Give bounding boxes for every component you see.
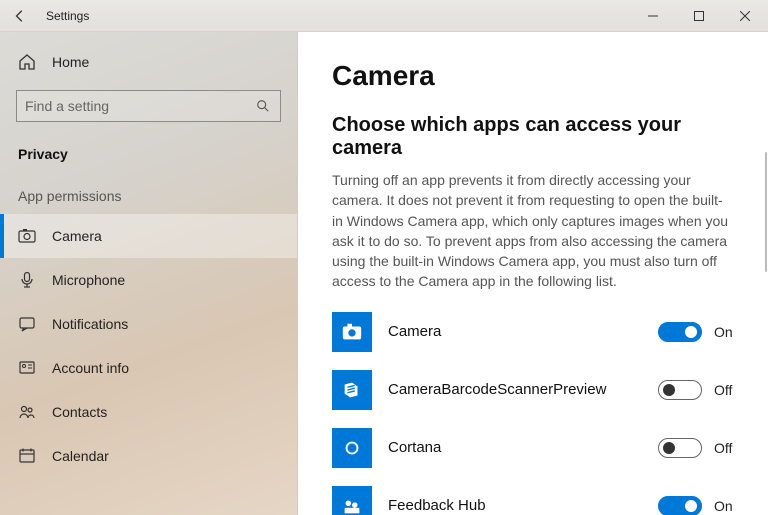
app-icon-camera	[332, 312, 372, 352]
back-button[interactable]	[8, 4, 32, 28]
page-heading: Camera	[332, 60, 738, 92]
sidebar-group: App permissions	[0, 166, 297, 214]
sidebar-section: Privacy	[0, 132, 297, 166]
app-row: Feedback Hub On	[332, 486, 738, 515]
page-description: Turning off an app prevents it from dire…	[332, 170, 732, 292]
app-name: CameraBarcodeScannerPreview	[388, 381, 642, 398]
notifications-icon	[18, 315, 36, 333]
microphone-icon	[18, 271, 36, 289]
account-icon	[18, 359, 36, 377]
sidebar-item-calendar[interactable]: Calendar	[0, 434, 297, 478]
sidebar-item-contacts[interactable]: Contacts	[0, 390, 297, 434]
titlebar: Settings	[0, 0, 768, 32]
app-icon-barcode	[332, 370, 372, 410]
page-subheading: Choose which apps can access your camera	[332, 114, 738, 160]
sidebar-item-label: Camera	[52, 228, 102, 244]
app-icon-feedback	[332, 486, 372, 515]
search-input[interactable]	[25, 98, 254, 114]
sidebar-item-camera[interactable]: Camera	[0, 214, 297, 258]
sidebar-item-label: Contacts	[52, 404, 107, 420]
calendar-icon	[18, 447, 36, 465]
app-name: Camera	[388, 323, 642, 340]
toggle-label: Off	[714, 440, 738, 456]
sidebar-item-microphone[interactable]: Microphone	[0, 258, 297, 302]
sidebar-home[interactable]: Home	[0, 40, 297, 84]
sidebar: Home Privacy App permissions Camera Micr…	[0, 32, 298, 515]
window-controls	[630, 0, 768, 32]
sidebar-item-label: Account info	[52, 360, 129, 376]
maximize-button[interactable]	[676, 0, 722, 32]
contacts-icon	[18, 403, 36, 421]
sidebar-item-label: Microphone	[52, 272, 125, 288]
app-name: Cortana	[388, 439, 642, 456]
scrollbar[interactable]	[764, 152, 768, 412]
toggle-label: Off	[714, 382, 738, 398]
toggle-camera[interactable]	[658, 322, 702, 342]
search-icon	[254, 97, 272, 115]
search-box[interactable]	[16, 90, 281, 122]
sidebar-item-label: Notifications	[52, 316, 128, 332]
app-row: Cortana Off	[332, 428, 738, 468]
toggle-label: On	[714, 324, 738, 340]
app-row: CameraBarcodeScannerPreview Off	[332, 370, 738, 410]
toggle-label: On	[714, 498, 738, 514]
toggle-cortana[interactable]	[658, 438, 702, 458]
camera-icon	[18, 227, 36, 245]
app-icon-cortana	[332, 428, 372, 468]
sidebar-item-notifications[interactable]: Notifications	[0, 302, 297, 346]
home-icon	[18, 53, 36, 71]
app-row: Camera On	[332, 312, 738, 352]
window-title: Settings	[46, 9, 89, 23]
toggle-barcode[interactable]	[658, 380, 702, 400]
toggle-feedback[interactable]	[658, 496, 702, 515]
main-panel: Camera Choose which apps can access your…	[298, 32, 768, 515]
sidebar-home-label: Home	[52, 54, 89, 70]
app-name: Feedback Hub	[388, 497, 642, 514]
sidebar-item-account-info[interactable]: Account info	[0, 346, 297, 390]
minimize-button[interactable]	[630, 0, 676, 32]
sidebar-item-label: Calendar	[52, 448, 109, 464]
close-button[interactable]	[722, 0, 768, 32]
